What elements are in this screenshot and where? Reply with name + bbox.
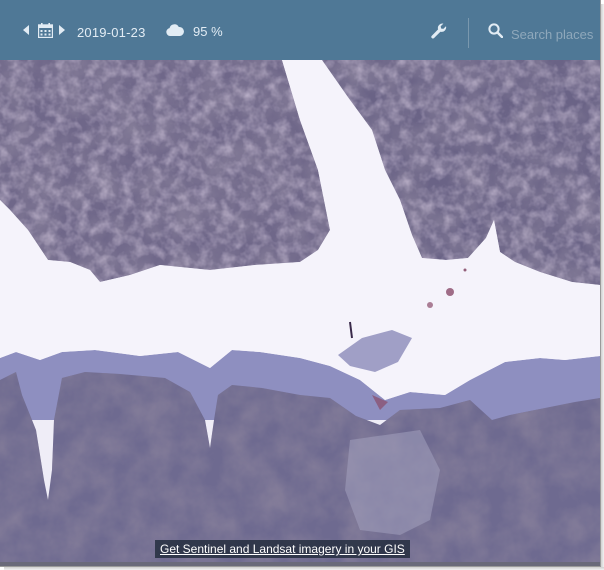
cloud-coverage-value[interactable]: 95 % [193,24,223,39]
search-input[interactable] [511,24,597,44]
search-icon[interactable] [487,22,504,39]
toolbar-divider [468,18,469,48]
attribution-link[interactable]: Get Sentinel and Landsat imagery in your… [155,540,410,558]
bottom-strip [0,562,600,566]
date-display[interactable]: 2019-01-23 [77,25,146,40]
toolbar: 2019-01-23 95 % [0,0,600,60]
satellite-map[interactable] [0,0,600,566]
caret-right-icon[interactable] [57,21,67,39]
wrench-icon[interactable] [430,22,448,40]
app-window: 2019-01-23 95 % Get Sentinel and Landsat… [0,0,601,567]
terrain-light-patch [345,430,440,535]
calendar-icon[interactable] [35,20,55,40]
caret-left-icon[interactable] [21,21,31,39]
cloud-icon [164,22,186,38]
